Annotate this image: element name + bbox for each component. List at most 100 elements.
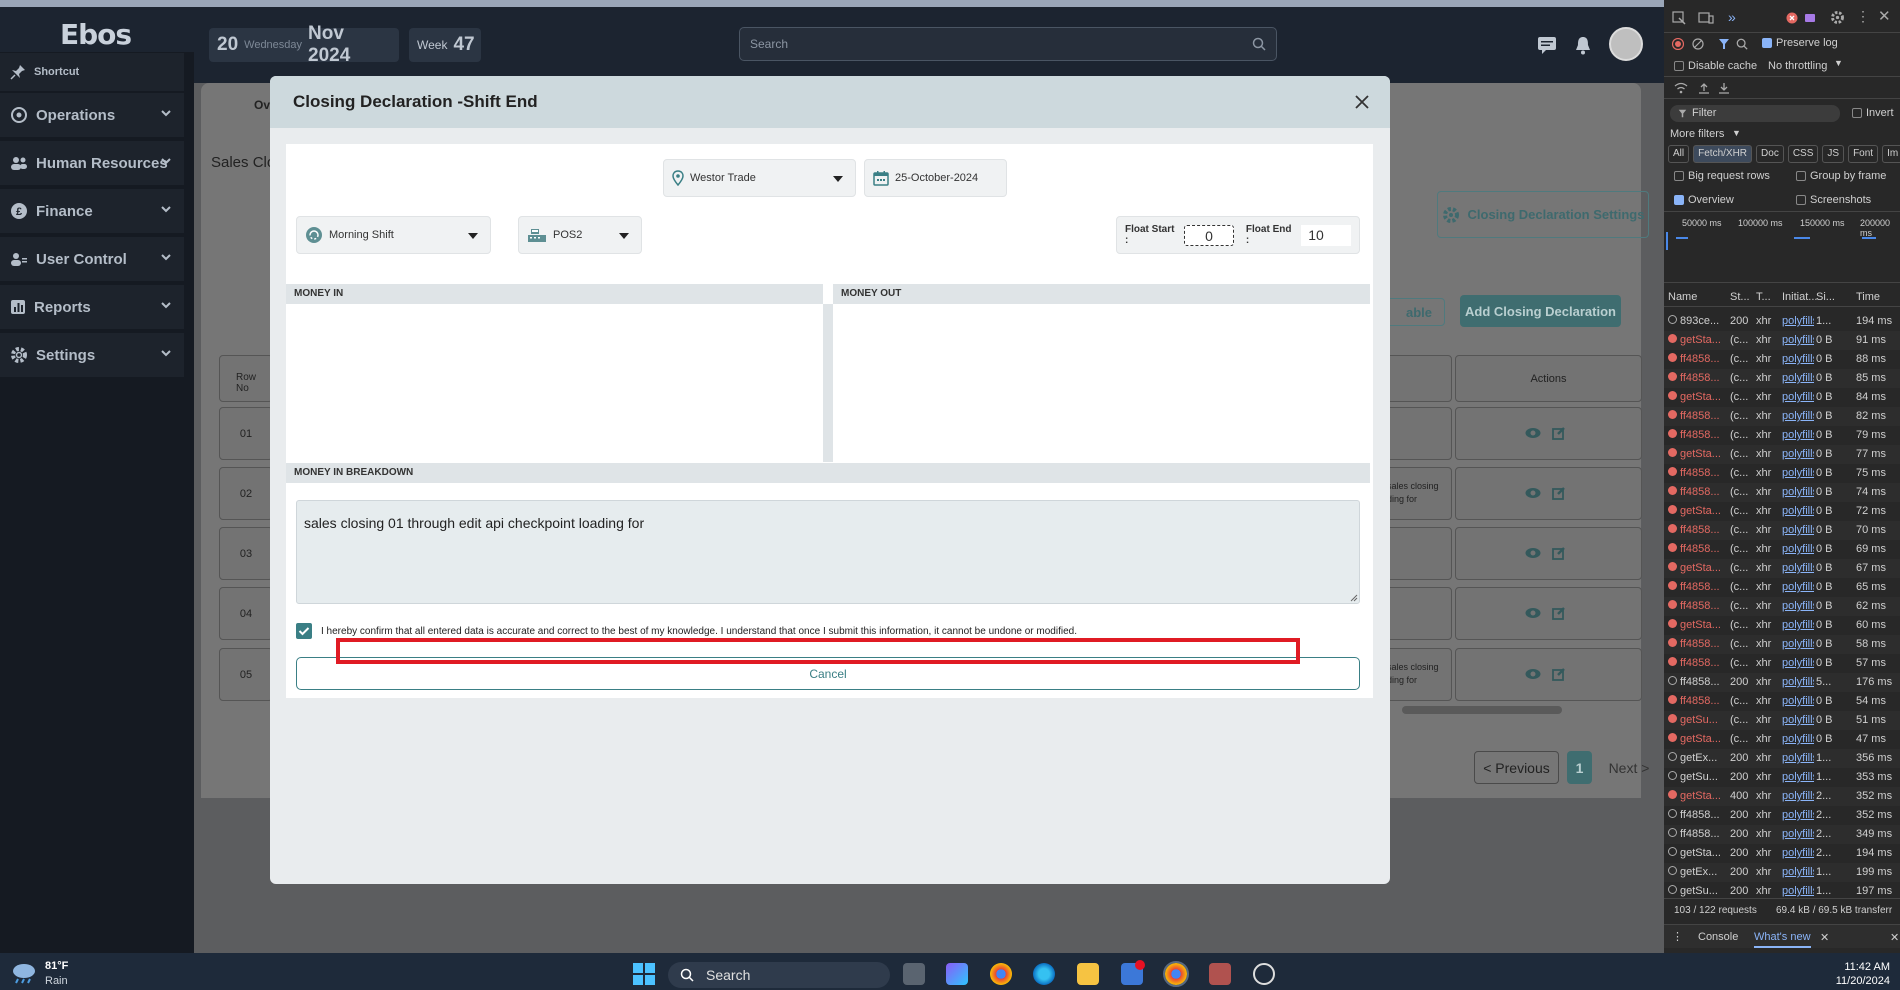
- network-request-row[interactable]: ff4858... (c... xhr polyfills-0 B 75 ms: [1664, 464, 1900, 483]
- network-request-row[interactable]: ff4858... (c... xhr polyfills-0 B 88 ms: [1664, 350, 1900, 369]
- column-header[interactable]: Name: [1668, 291, 1697, 303]
- search-icon[interactable]: [1736, 38, 1748, 50]
- network-request-row[interactable]: getSta... (c... xhr polyfills-0 B 72 ms: [1664, 502, 1900, 521]
- column-header[interactable]: Time: [1856, 291, 1880, 303]
- user-avatar[interactable]: [1609, 27, 1643, 61]
- close-tab-icon[interactable]: ✕: [1820, 931, 1829, 944]
- filter-js[interactable]: JS: [1822, 145, 1845, 163]
- issues-icon[interactable]: [1804, 12, 1816, 24]
- eye-icon[interactable]: [1525, 547, 1541, 559]
- network-request-row[interactable]: getSta... (c... xhr polyfills-0 B 60 ms: [1664, 616, 1900, 635]
- throttling-select[interactable]: No throttling: [1768, 60, 1827, 72]
- app-icon-2[interactable]: [1209, 963, 1231, 985]
- filter-input[interactable]: Filter: [1670, 105, 1840, 122]
- notes-textarea[interactable]: sales closing 01 through edit api checkp…: [296, 500, 1360, 604]
- filter-all[interactable]: All: [1668, 145, 1690, 163]
- weather-condition[interactable]: Rain: [45, 975, 68, 987]
- filter-fetch-xhr[interactable]: Fetch/XHR: [1693, 145, 1753, 163]
- chat-icon[interactable]: [1536, 34, 1558, 56]
- network-request-row[interactable]: getSu... 200 xhr polyfills-1... 197 ms: [1664, 882, 1900, 901]
- network-request-row[interactable]: ff4858... (c... xhr polyfills-0 B 70 ms: [1664, 521, 1900, 540]
- bg-tab[interactable]: Ov: [254, 98, 270, 112]
- sidebar-item-settings[interactable]: Settings: [0, 333, 184, 377]
- network-request-row[interactable]: getSta... (c... xhr polyfills-0 B 91 ms: [1664, 331, 1900, 350]
- tab-whats-new[interactable]: What's new: [1754, 931, 1811, 948]
- edit-icon[interactable]: [1552, 426, 1566, 440]
- clock-date[interactable]: 11/20/2024: [1812, 975, 1890, 987]
- sidebar-item-shortcut[interactable]: Shortcut: [0, 53, 184, 91]
- closing-declaration-settings-button[interactable]: Closing Declaration Settings: [1437, 191, 1649, 238]
- network-request-row[interactable]: getSta... 400 xhr polyfills-2... 352 ms: [1664, 787, 1900, 806]
- filter-doc[interactable]: Doc: [1756, 145, 1784, 163]
- network-request-row[interactable]: ff4858... 200 xhr polyfills-2... 349 ms: [1664, 825, 1900, 844]
- task-view-icon[interactable]: [903, 963, 925, 985]
- big-rows-checkbox[interactable]: [1674, 171, 1684, 181]
- weather-temp[interactable]: 81°F: [45, 960, 68, 972]
- column-header[interactable]: Initiat...: [1782, 291, 1817, 303]
- upload-icon[interactable]: [1698, 82, 1710, 94]
- network-request-row[interactable]: getSu... 200 xhr polyfills-1... 353 ms: [1664, 768, 1900, 787]
- edit-icon[interactable]: [1552, 606, 1566, 620]
- network-request-row[interactable]: getSta... (c... xhr polyfills-0 B 84 ms: [1664, 388, 1900, 407]
- next-page-button[interactable]: Next >: [1598, 751, 1660, 784]
- taskbar-search[interactable]: Search: [668, 962, 890, 988]
- eye-icon[interactable]: [1525, 487, 1541, 499]
- invert-checkbox[interactable]: [1852, 108, 1862, 118]
- sidebar-item-reports[interactable]: Reports: [0, 285, 184, 329]
- confirm-checkbox[interactable]: [296, 623, 312, 639]
- filter-font[interactable]: Font: [1848, 145, 1879, 163]
- timeline-overview[interactable]: 50000 ms 100000 ms 150000 ms 200000 ms: [1664, 211, 1900, 283]
- more-filters-dropdown[interactable]: More filters: [1670, 128, 1724, 140]
- chrome-active-icon[interactable]: [1163, 961, 1189, 987]
- network-request-row[interactable]: ff4858... (c... xhr polyfills-0 B 74 ms: [1664, 483, 1900, 502]
- group-frame-checkbox[interactable]: [1796, 171, 1806, 181]
- download-icon[interactable]: [1718, 82, 1730, 94]
- network-request-row[interactable]: ff4858... (c... xhr polyfills-0 B 57 ms: [1664, 654, 1900, 673]
- network-request-row[interactable]: getSta... 200 xhr polyfills-2... 194 ms: [1664, 844, 1900, 863]
- file-explorer-icon[interactable]: [1077, 963, 1099, 985]
- network-request-row[interactable]: ff4858... (c... xhr polyfills-0 B 54 ms: [1664, 692, 1900, 711]
- gear-icon[interactable]: [1830, 10, 1845, 25]
- app-logo[interactable]: Ebos: [60, 18, 132, 51]
- device-toggle-icon[interactable]: [1698, 11, 1714, 25]
- close-drawer-icon[interactable]: ✕: [1890, 931, 1899, 944]
- filter-css[interactable]: CSS: [1787, 145, 1819, 163]
- column-header[interactable]: St...: [1730, 291, 1750, 303]
- search-input[interactable]: Search: [739, 27, 1277, 61]
- edit-icon[interactable]: [1552, 667, 1566, 681]
- sidebar-item-operations[interactable]: Operations: [0, 93, 184, 137]
- network-request-row[interactable]: ff4858... (c... xhr polyfills-0 B 62 ms: [1664, 597, 1900, 616]
- page-1-button[interactable]: 1: [1567, 751, 1592, 784]
- network-request-row[interactable]: getSu... (c... xhr polyfills-0 B 51 ms: [1664, 711, 1900, 730]
- network-request-row[interactable]: ff4858... (c... xhr polyfills-0 B 82 ms: [1664, 407, 1900, 426]
- clock-time[interactable]: 11:42 AM: [1812, 961, 1890, 973]
- more-tabs-icon[interactable]: »: [1728, 9, 1736, 25]
- inspect-icon[interactable]: [1672, 11, 1686, 25]
- filter-icon[interactable]: [1718, 38, 1730, 50]
- float-start-input[interactable]: 0: [1184, 224, 1234, 246]
- network-request-row[interactable]: ff4858... (c... xhr polyfills-0 B 58 ms: [1664, 635, 1900, 654]
- network-request-row[interactable]: ff4858... 200 xhr polyfills-5... 176 ms: [1664, 673, 1900, 692]
- close-devtools-icon[interactable]: ✕: [1878, 7, 1891, 25]
- network-request-row[interactable]: ff4858... (c... xhr polyfills-0 B 85 ms: [1664, 369, 1900, 388]
- record-icon[interactable]: [1672, 38, 1684, 50]
- eye-icon[interactable]: [1525, 607, 1541, 619]
- network-request-row[interactable]: ff4858... (c... xhr polyfills-0 B 65 ms: [1664, 578, 1900, 597]
- app-icon-3[interactable]: [1253, 963, 1275, 985]
- edge-icon[interactable]: [1033, 963, 1055, 985]
- copilot-icon[interactable]: [946, 963, 968, 985]
- network-request-row[interactable]: getEx... 200 xhr polyfills-1... 199 ms: [1664, 863, 1900, 882]
- filter-img[interactable]: Im: [1882, 145, 1900, 163]
- tab-console[interactable]: Console: [1698, 931, 1738, 943]
- sidebar-item-user-control[interactable]: User Control: [0, 237, 184, 281]
- wifi-icon[interactable]: [1674, 82, 1688, 94]
- location-select[interactable]: Westor Trade: [663, 159, 856, 197]
- bg-scrollbar[interactable]: [1402, 706, 1562, 714]
- sidebar-item-finance[interactable]: £ Finance: [0, 189, 184, 233]
- edit-icon[interactable]: [1552, 546, 1566, 560]
- network-request-row[interactable]: ff4858... 200 xhr polyfills-2... 352 ms: [1664, 806, 1900, 825]
- date-picker[interactable]: 25-October-2024: [864, 159, 1007, 197]
- network-request-row[interactable]: 893ce... 200 xhr polyfills-1... 194 ms: [1664, 312, 1900, 331]
- network-request-row[interactable]: getEx... 200 xhr polyfills-1... 356 ms: [1664, 749, 1900, 768]
- network-request-row[interactable]: ff4858... (c... xhr polyfills-0 B 79 ms: [1664, 426, 1900, 445]
